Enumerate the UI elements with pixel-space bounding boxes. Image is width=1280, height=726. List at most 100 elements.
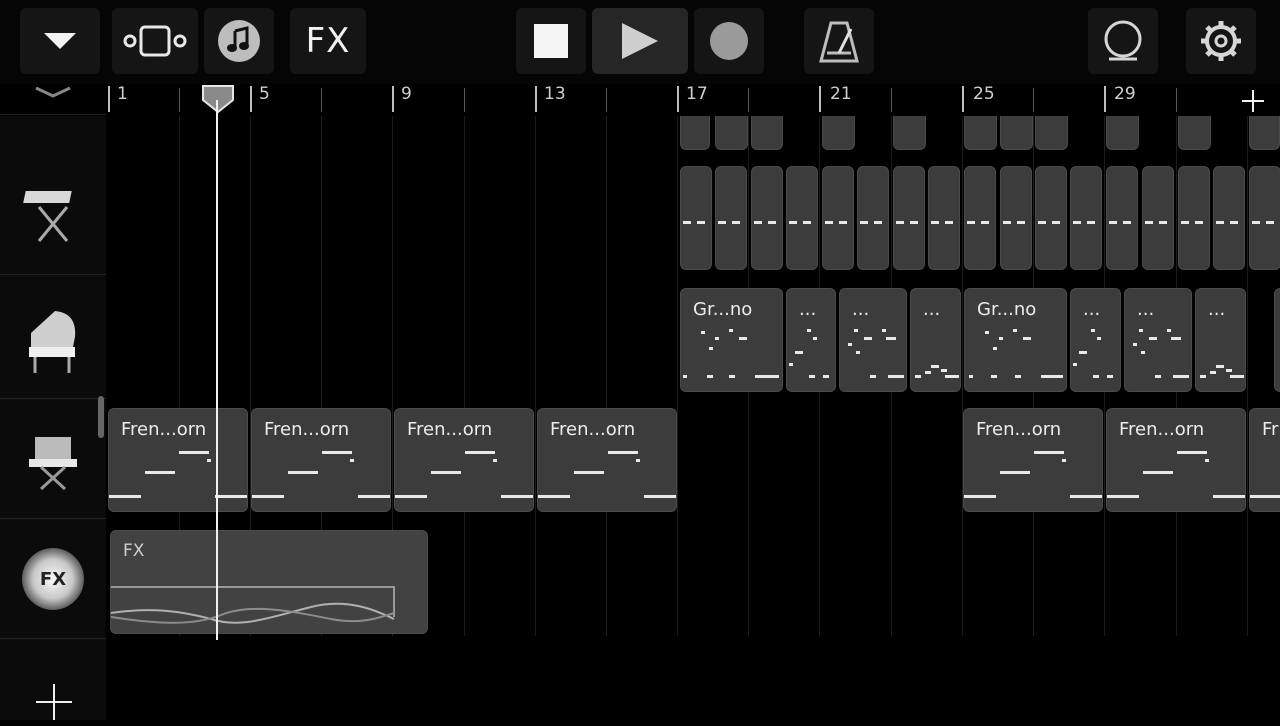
track-header-grand-piano[interactable] — [0, 280, 106, 399]
piano-region[interactable]: ... — [786, 288, 836, 392]
beat-tick — [464, 88, 465, 112]
piano-region[interactable]: ... — [1070, 288, 1121, 392]
timeline-ruler[interactable]: 1 5 9 13 17 21 25 29 — [108, 84, 1280, 116]
keyboard-region[interactable] — [1106, 166, 1138, 270]
keyboard-region[interactable] — [1178, 166, 1210, 270]
bar-tick — [819, 86, 821, 112]
piano-region[interactable]: Gr...no — [680, 288, 783, 392]
keyboard-region[interactable] — [1070, 166, 1102, 270]
piano-region[interactable] — [1274, 288, 1280, 392]
bar-number: 21 — [830, 84, 852, 104]
horn-region[interactable]: Fren...orn — [1106, 408, 1246, 512]
horn-region[interactable]: Fren...orn — [251, 408, 391, 512]
region-name: Fren...orn — [264, 419, 350, 440]
piano-region[interactable]: Gr...no — [964, 288, 1067, 392]
tracks-view-button[interactable] — [112, 8, 198, 74]
keyboard-region[interactable] — [1142, 166, 1174, 270]
horn-region[interactable]: Fr — [1249, 408, 1280, 512]
record-button[interactable] — [694, 8, 764, 74]
drum-region[interactable] — [1178, 116, 1211, 150]
track-lanes[interactable]: Gr...no ... ... ... Gr...no ... ... ... … — [108, 116, 1280, 720]
bar-tick — [677, 86, 679, 112]
drum-region[interactable] — [1035, 116, 1068, 150]
fx-button[interactable]: FX — [290, 8, 366, 74]
keyboard-region[interactable] — [857, 166, 889, 270]
grid-line — [606, 116, 607, 636]
drum-region[interactable] — [1249, 116, 1280, 150]
horn-region[interactable]: Fren...orn — [394, 408, 534, 512]
region-name: Fren...orn — [1119, 419, 1205, 440]
play-button[interactable] — [592, 8, 688, 74]
add-track-button[interactable] — [34, 682, 74, 726]
drum-region[interactable] — [822, 116, 855, 150]
piano-region[interactable]: ... — [910, 288, 961, 392]
grand-piano-icon — [29, 311, 76, 373]
loop-browser-icon — [218, 20, 260, 62]
keyboard-region[interactable] — [1249, 166, 1280, 270]
keyboard-region[interactable] — [751, 166, 783, 270]
beat-tick — [179, 88, 180, 112]
piano-region[interactable]: ... — [1124, 288, 1192, 392]
bar-number: 9 — [401, 84, 412, 104]
drum-region[interactable] — [751, 116, 783, 150]
bar-number: 5 — [259, 84, 270, 104]
beat-tick — [321, 88, 322, 112]
region-name: Fr — [1262, 419, 1279, 440]
record-icon — [710, 22, 748, 60]
piano-region[interactable]: ... — [1195, 288, 1246, 392]
loop-browser-button[interactable] — [204, 8, 274, 74]
keyboard-region[interactable] — [964, 166, 996, 270]
keyboard-region[interactable] — [893, 166, 925, 270]
keyboard-region[interactable] — [1000, 166, 1032, 270]
piano-region[interactable]: ... — [839, 288, 907, 392]
grid-line — [1247, 116, 1248, 636]
region-name: ... — [1083, 299, 1101, 320]
drum-icon — [35, 86, 71, 98]
region-name: Fren...orn — [550, 419, 636, 440]
track-header-fx[interactable]: FX — [0, 520, 106, 639]
fx-label: FX — [305, 21, 351, 61]
track-header-drums[interactable] — [0, 70, 106, 115]
keyboard-region[interactable] — [1035, 166, 1067, 270]
track-header-electric-piano[interactable] — [0, 400, 106, 519]
fx-region[interactable]: FX — [110, 530, 428, 634]
drum-region[interactable] — [680, 116, 710, 150]
track-header-keyboard[interactable] — [0, 156, 106, 275]
track-headers: FX — [0, 86, 106, 720]
beat-tick — [748, 88, 749, 112]
drum-region[interactable] — [715, 116, 748, 150]
metronome-button[interactable] — [804, 8, 874, 74]
keyboard-region[interactable] — [680, 166, 712, 270]
drum-region[interactable] — [964, 116, 997, 150]
bar-number: 29 — [1114, 84, 1136, 104]
fx-orb-label: FX — [39, 568, 67, 590]
drum-region[interactable] — [1000, 116, 1033, 150]
keyboard-region[interactable] — [1213, 166, 1245, 270]
bar-number: 25 — [973, 84, 995, 104]
region-name: Gr...no — [693, 299, 753, 320]
keyboard-region[interactable] — [786, 166, 818, 270]
playhead-handle[interactable] — [201, 84, 235, 114]
tracks-view-icon — [123, 25, 187, 57]
drum-region[interactable] — [893, 116, 926, 150]
keyboard-region[interactable] — [928, 166, 960, 270]
region-name: Fren...orn — [121, 419, 207, 440]
region-name: ... — [1208, 299, 1226, 320]
beat-tick — [1176, 88, 1177, 112]
horn-region[interactable]: Fren...orn — [537, 408, 677, 512]
plus-icon[interactable] — [1240, 88, 1266, 114]
region-name: ... — [852, 299, 870, 320]
drum-region[interactable] — [1106, 116, 1139, 150]
keyboard-region[interactable] — [822, 166, 854, 270]
region-name: Fren...orn — [976, 419, 1062, 440]
stop-button[interactable] — [516, 8, 586, 74]
bar-tick — [535, 86, 537, 112]
keyboard-region[interactable] — [715, 166, 747, 270]
horn-region[interactable]: Fren...orn — [108, 408, 248, 512]
track-scroll-indicator[interactable] — [98, 396, 104, 438]
horn-region[interactable]: Fren...orn — [963, 408, 1103, 512]
loop-button[interactable] — [1088, 8, 1158, 74]
settings-button[interactable] — [1186, 8, 1256, 74]
fx-automation-curves — [111, 586, 395, 624]
tracks-menu-button[interactable] — [20, 8, 100, 74]
